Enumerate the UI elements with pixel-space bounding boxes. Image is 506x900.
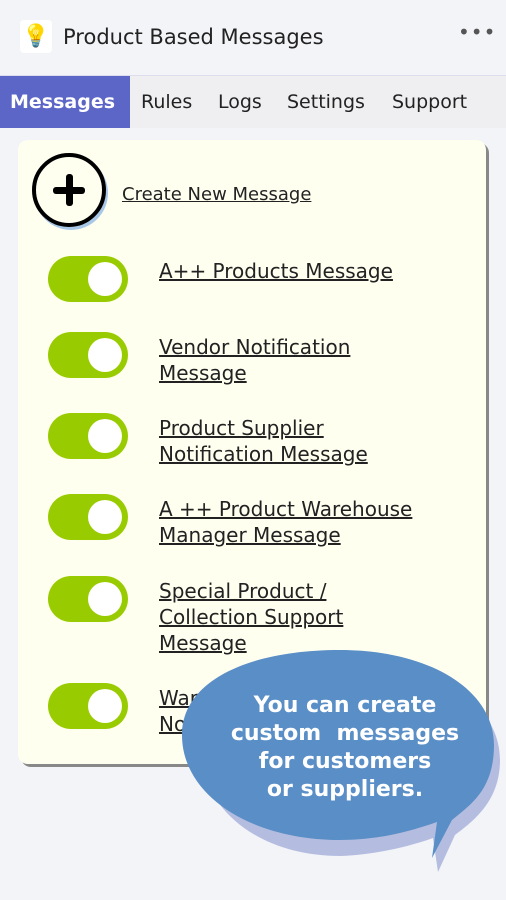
callout-line: or suppliers. bbox=[266, 777, 424, 802]
callout-text: You can create custom messages for custo… bbox=[200, 692, 490, 804]
callout-line: You can create bbox=[253, 693, 437, 718]
callout-line: for customers bbox=[258, 749, 432, 774]
callout-line: custom messages bbox=[230, 721, 460, 746]
